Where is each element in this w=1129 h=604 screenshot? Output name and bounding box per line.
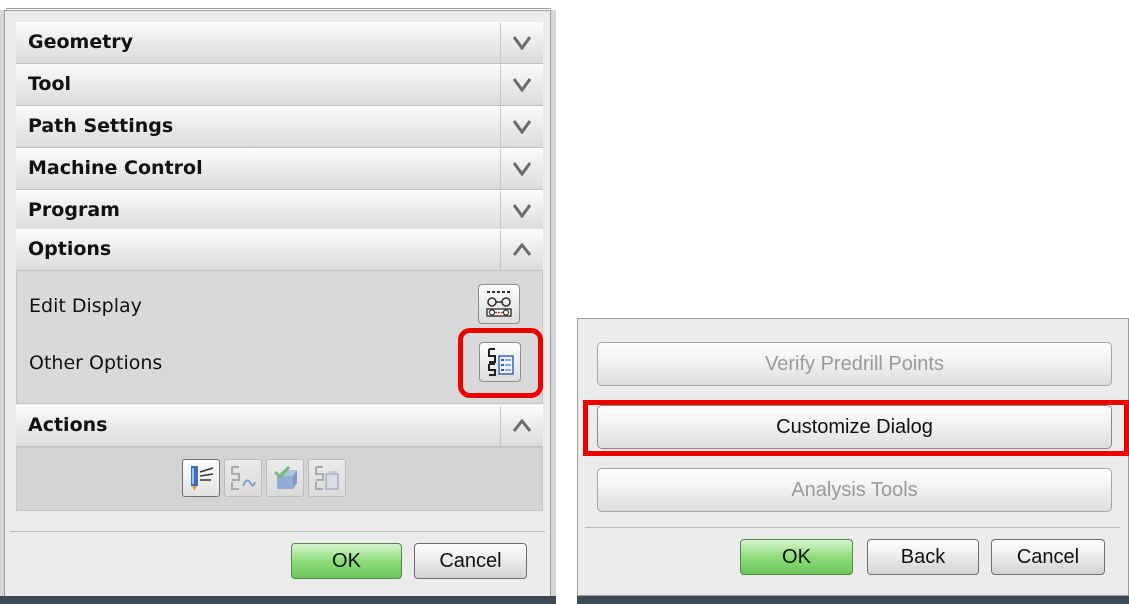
- replay-button[interactable]: [224, 459, 262, 497]
- ok-button[interactable]: OK: [291, 543, 402, 579]
- dialog-bottom-bar: [577, 596, 1129, 604]
- operation-dialog: Geometry Tool Path Settings Machine Cont…: [0, 0, 556, 604]
- replay-icon: [231, 466, 256, 490]
- generate-button[interactable]: [182, 459, 220, 497]
- verify-button[interactable]: [266, 459, 304, 497]
- edit-display-label: Edit Display: [29, 295, 142, 317]
- group-actions[interactable]: Actions: [16, 405, 543, 447]
- cancel-button[interactable]: Cancel: [414, 543, 527, 579]
- group-program-label: Program: [28, 199, 120, 221]
- verify-icon: [273, 465, 297, 489]
- ok-button[interactable]: OK: [740, 539, 853, 575]
- verify-predrill-points-button[interactable]: Verify Predrill Points: [597, 342, 1112, 386]
- group-machine-control[interactable]: Machine Control: [16, 148, 543, 190]
- group-machine-control-label: Machine Control: [28, 157, 203, 179]
- group-path-settings[interactable]: Path Settings: [16, 106, 543, 148]
- chevron-down-icon[interactable]: [500, 107, 543, 147]
- group-actions-label: Actions: [28, 414, 108, 436]
- group-tool-label: Tool: [28, 73, 72, 95]
- customize-dialog-highlight: [583, 400, 1129, 456]
- edit-display-button[interactable]: [478, 284, 520, 324]
- list-button[interactable]: [308, 459, 346, 497]
- list-icon: [315, 466, 339, 490]
- group-tool[interactable]: Tool: [16, 64, 543, 106]
- divider: [6, 8, 551, 9]
- group-geometry[interactable]: Geometry: [16, 22, 543, 64]
- other-options-highlight: [458, 328, 543, 398]
- group-options[interactable]: Options: [16, 229, 543, 271]
- footer-divider: [10, 531, 545, 532]
- footer-divider: [585, 527, 1120, 528]
- chevron-down-icon[interactable]: [500, 65, 543, 105]
- group-path-settings-label: Path Settings: [28, 115, 174, 137]
- dialog-bottom-bar: [0, 596, 556, 604]
- back-button[interactable]: Back: [867, 539, 979, 575]
- chevron-down-icon[interactable]: [500, 23, 543, 63]
- group-options-label: Options: [28, 238, 112, 260]
- dialog-top-strip: [0, 0, 556, 10]
- chevron-down-icon[interactable]: [500, 149, 543, 189]
- display-settings-icon: [486, 291, 512, 317]
- chevron-down-icon[interactable]: [500, 191, 543, 231]
- other-options-label: Other Options: [29, 352, 163, 374]
- generate-icon: [191, 466, 214, 491]
- analysis-tools-button[interactable]: Analysis Tools: [597, 468, 1112, 512]
- cancel-button[interactable]: Cancel: [991, 539, 1105, 575]
- group-geometry-label: Geometry: [28, 31, 134, 53]
- other-options-dialog: Verify Predrill Points Customize Dialog …: [577, 318, 1129, 604]
- chevron-up-icon[interactable]: [500, 406, 543, 446]
- chevron-up-icon[interactable]: [500, 230, 543, 270]
- group-program[interactable]: Program: [16, 190, 543, 232]
